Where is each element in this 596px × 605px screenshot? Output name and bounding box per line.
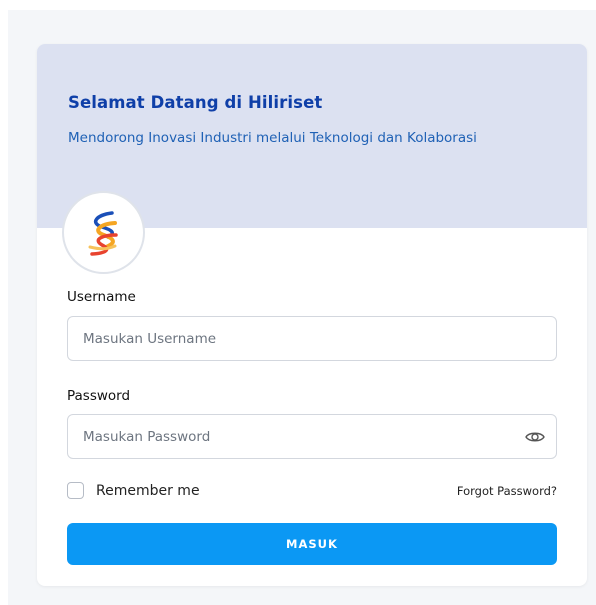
welcome-title: Selamat Datang di Hiliriset: [68, 93, 323, 112]
hiliriset-logo-icon: [88, 210, 118, 256]
forgot-password-link[interactable]: Forgot Password?: [457, 484, 557, 498]
username-label: Username: [67, 289, 136, 305]
password-input[interactable]: [83, 415, 523, 458]
login-card: Selamat Datang di Hiliriset Mendorong In…: [37, 44, 587, 586]
logo-avatar: [62, 191, 145, 274]
eye-icon: [525, 432, 545, 442]
username-input[interactable]: [83, 317, 523, 360]
remember-me-row: Remember me: [67, 482, 200, 499]
password-field-box: [67, 414, 557, 459]
remember-me-checkbox[interactable]: [67, 482, 84, 499]
password-label: Password: [67, 388, 131, 404]
show-password-button[interactable]: [524, 426, 546, 448]
login-button[interactable]: MASUK: [67, 523, 557, 565]
username-field-box: [67, 316, 557, 361]
remember-me-label[interactable]: Remember me: [96, 483, 200, 499]
welcome-subtitle: Mendorong Inovasi Industri melalui Tekno…: [68, 130, 477, 146]
